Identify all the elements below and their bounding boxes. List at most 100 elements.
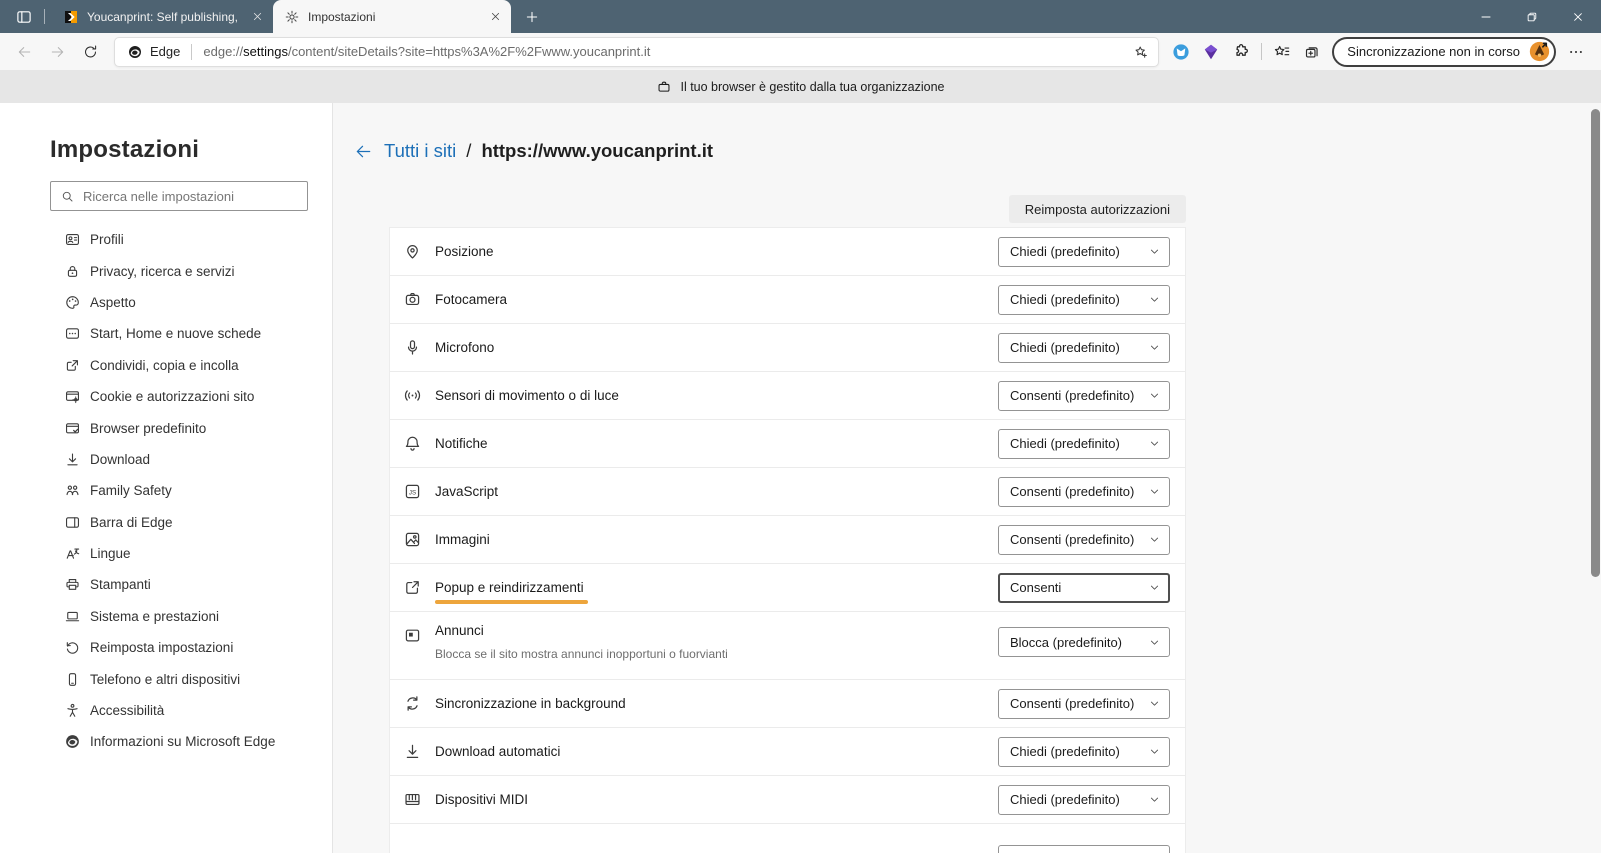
window-control-button[interactable] bbox=[1555, 0, 1601, 33]
sidebar-item[interactable]: Sistema e prestazioni bbox=[0, 601, 332, 632]
permission-dropdown[interactable]: Consenti (predefinito) bbox=[998, 477, 1170, 507]
back-arrow-icon[interactable] bbox=[353, 141, 374, 162]
close-icon[interactable] bbox=[488, 9, 503, 24]
sidebar-item[interactable]: Lingue bbox=[0, 538, 332, 569]
permission-dropdown[interactable]: Consenti bbox=[998, 573, 1170, 603]
permission-dropdown[interactable]: Blocca (predefinito) bbox=[998, 627, 1170, 657]
reset-permissions-row: Reimposta autorizzazioni bbox=[389, 195, 1186, 223]
breadcrumb-all-sites-link[interactable]: Tutti i siti bbox=[384, 140, 456, 162]
extension-button[interactable] bbox=[1226, 37, 1256, 67]
add-favorite-button[interactable] bbox=[1128, 39, 1154, 65]
settings-search-box[interactable] bbox=[50, 181, 308, 211]
permission-text: Fotocamera bbox=[435, 292, 507, 307]
permission-icon bbox=[403, 434, 422, 453]
permission-value: Chiedi (predefinito) bbox=[1010, 792, 1120, 807]
permission-dropdown[interactable]: Consenti (predefinito) bbox=[998, 525, 1170, 555]
search-icon bbox=[60, 189, 75, 204]
window-control-icon bbox=[1571, 10, 1585, 24]
browser-tab[interactable]: Impostazioni bbox=[273, 0, 511, 33]
extension-icon bbox=[1231, 42, 1251, 62]
sidebar-item[interactable]: Profili bbox=[0, 224, 332, 255]
sidebar-item-label: Family Safety bbox=[90, 483, 172, 498]
sidebar-item-label: Telefono e altri dispositivi bbox=[90, 672, 240, 687]
permission-value: Consenti (predefinito) bbox=[1010, 696, 1134, 711]
permission-dropdown[interactable]: Chiedi (predefinito) bbox=[998, 237, 1170, 267]
permission-dropdown[interactable]: Consenti (predefinito) bbox=[998, 381, 1170, 411]
site-identity[interactable]: Edge bbox=[127, 44, 180, 60]
extension-button[interactable] bbox=[1166, 37, 1196, 67]
permission-text: Dispositivi MIDI bbox=[435, 792, 528, 807]
tab-title: Youcanprint: Self publishing, pub bbox=[87, 10, 242, 24]
permission-dropdown[interactable]: Chiedi (predefinito) bbox=[998, 285, 1170, 315]
permission-dropdown[interactable]: Chiedi (predefinito) bbox=[998, 429, 1170, 459]
close-icon[interactable] bbox=[250, 9, 265, 24]
permission-icon bbox=[403, 242, 422, 261]
permission-text: Sensori di movimento o di luce bbox=[435, 388, 619, 403]
permission-dropdown[interactable] bbox=[998, 845, 1170, 853]
extension-button[interactable] bbox=[1196, 37, 1226, 67]
permission-dropdown[interactable]: Chiedi (predefinito) bbox=[998, 737, 1170, 767]
settings-menu-button[interactable] bbox=[1561, 37, 1591, 67]
permission-label: Annunci bbox=[435, 623, 484, 638]
sidebar-item[interactable]: Condividi, copia e incolla bbox=[0, 350, 332, 381]
sidebar-item[interactable]: Accessibilità bbox=[0, 695, 332, 726]
vertical-scrollbar-thumb[interactable] bbox=[1591, 109, 1600, 577]
reload-button[interactable] bbox=[74, 37, 107, 67]
star-add-icon bbox=[1133, 44, 1149, 60]
search-input[interactable] bbox=[83, 189, 298, 204]
permission-text: Microfono bbox=[435, 340, 494, 355]
tab-actions-menu-button[interactable] bbox=[11, 4, 37, 30]
permission-dropdown[interactable]: Chiedi (predefinito) bbox=[998, 785, 1170, 815]
sidebar-item[interactable]: Cookie e autorizzazioni sito bbox=[0, 381, 332, 412]
tab-favicon bbox=[284, 9, 300, 25]
sidebar-item[interactable]: Privacy, ricerca e servizi bbox=[0, 255, 332, 286]
permission-label: Immagini bbox=[435, 532, 490, 547]
managed-browser-notice: Il tuo browser è gestito dalla tua organ… bbox=[0, 70, 1601, 103]
window-control-button[interactable] bbox=[1463, 0, 1509, 33]
sidebar-item[interactable]: Download bbox=[0, 444, 332, 475]
toolbar-separator bbox=[1261, 43, 1262, 60]
forward-button[interactable] bbox=[41, 37, 74, 67]
profile-avatar-icon bbox=[1528, 40, 1551, 63]
sidebar-item[interactable]: Barra di Edge bbox=[0, 507, 332, 538]
permission-text: JavaScript bbox=[435, 484, 498, 499]
address-bar[interactable]: Edge edge://settings/content/siteDetails… bbox=[114, 37, 1159, 67]
extension-icon bbox=[1171, 42, 1191, 62]
sidebar-nav: Profili Privacy, ricerca e servizi Aspet… bbox=[0, 224, 332, 758]
permission-value: Chiedi (predefinito) bbox=[1010, 244, 1120, 259]
sidebar-item[interactable]: Family Safety bbox=[0, 475, 332, 506]
back-button[interactable] bbox=[8, 37, 41, 67]
sidebar-item[interactable]: Aspetto bbox=[0, 287, 332, 318]
sidebar-item[interactable]: Telefono e altri dispositivi bbox=[0, 663, 332, 694]
sidebar-item[interactable]: Reimposta impostazioni bbox=[0, 632, 332, 663]
window-control-icon bbox=[1479, 10, 1493, 24]
permission-value: Consenti (predefinito) bbox=[1010, 532, 1134, 547]
permission-icon bbox=[403, 338, 422, 357]
collections-button[interactable] bbox=[1297, 37, 1327, 67]
permission-text: Notifiche bbox=[435, 436, 488, 451]
chevron-down-icon bbox=[1148, 485, 1161, 498]
reset-permissions-button[interactable]: Reimposta autorizzazioni bbox=[1009, 195, 1186, 223]
new-tab-button[interactable] bbox=[519, 4, 545, 30]
permission-dropdown[interactable]: Chiedi (predefinito) bbox=[998, 333, 1170, 363]
url-host: settings bbox=[243, 44, 288, 59]
sidebar-item[interactable]: Start, Home e nuove schede bbox=[0, 318, 332, 349]
address-separator bbox=[191, 44, 192, 60]
favorites-button[interactable] bbox=[1267, 37, 1297, 67]
managed-browser-notice-text: Il tuo browser è gestito dalla tua organ… bbox=[680, 80, 944, 94]
sidebar-item-label: Reimposta impostazioni bbox=[90, 640, 233, 655]
browser-tab[interactable]: Youcanprint: Self publishing, pub bbox=[52, 0, 273, 33]
sidebar-item-label: Barra di Edge bbox=[90, 515, 173, 530]
sidebar-item-icon bbox=[64, 263, 81, 280]
permission-dropdown[interactable]: Consenti (predefinito) bbox=[998, 689, 1170, 719]
window-control-button[interactable] bbox=[1509, 0, 1555, 33]
sidebar-item-icon bbox=[64, 231, 81, 248]
permission-icon bbox=[403, 694, 422, 713]
sync-status-button[interactable]: Sincronizzazione non in corso bbox=[1332, 37, 1556, 67]
sidebar-item[interactable]: Informazioni su Microsoft Edge bbox=[0, 726, 332, 757]
chevron-down-icon bbox=[1148, 745, 1161, 758]
sidebar-item-label: Browser predefinito bbox=[90, 421, 206, 436]
url-text[interactable]: edge://settings/content/siteDetails?site… bbox=[203, 44, 1122, 59]
sidebar-item[interactable]: Browser predefinito bbox=[0, 412, 332, 443]
sidebar-item[interactable]: Stampanti bbox=[0, 569, 332, 600]
